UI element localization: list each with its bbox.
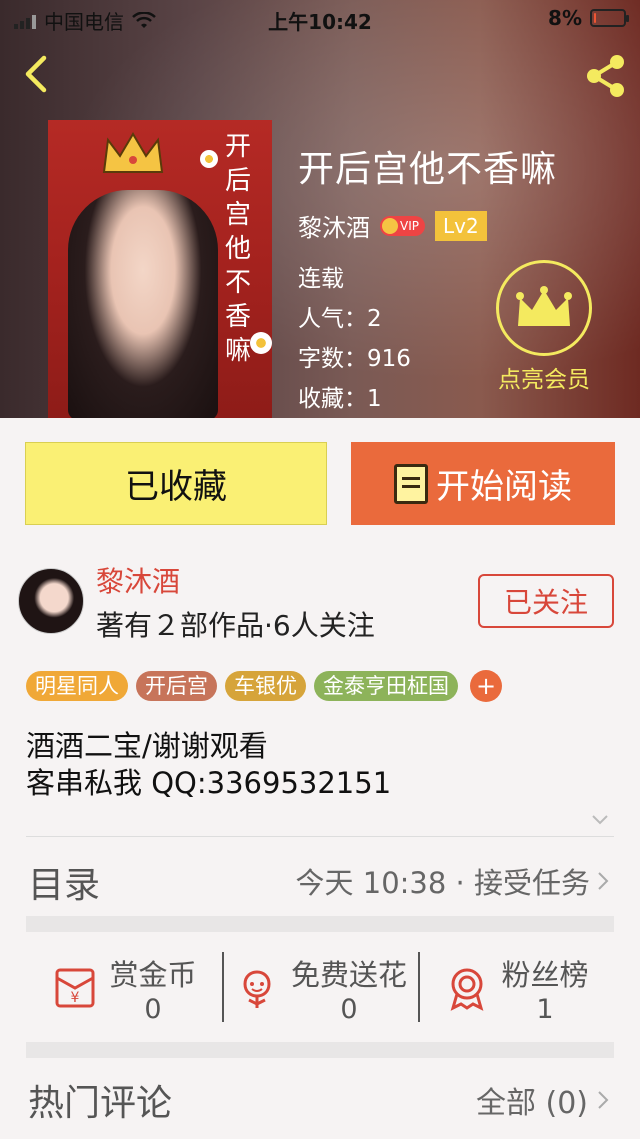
tag[interactable]: 车银优 xyxy=(225,671,306,701)
start-reading-label: 开始阅读 xyxy=(436,467,572,507)
reward-label: 免费送花 xyxy=(290,957,407,992)
description-line: 酒酒二宝/谢谢观看 xyxy=(26,729,268,763)
tag[interactable]: 明星同人 xyxy=(26,671,128,701)
vip-badge: VIP xyxy=(380,215,425,236)
book-title: 开后宫他不香嘛 xyxy=(298,149,558,190)
crown-icon xyxy=(102,132,164,173)
status-bar: 中国电信 上午10:42 8% xyxy=(0,0,640,36)
reward-count: 0 xyxy=(340,993,358,1025)
battery-icon xyxy=(590,9,629,27)
divider xyxy=(26,836,614,837)
level-badge: Lv2 xyxy=(434,210,487,241)
book-description: 酒酒二宝/谢谢观看 客串私我 QQ:3369532151 xyxy=(26,728,391,802)
reward-label: 粉丝榜 xyxy=(501,957,589,992)
tag-list: 明星同人 开后宫 车银优 金泰亨田柾国 + xyxy=(26,670,502,702)
red-envelope-icon: ¥ xyxy=(55,968,95,1008)
comments-title: 热门评论 xyxy=(28,1083,173,1124)
start-reading-button[interactable]: 开始阅读 xyxy=(351,442,615,525)
favorite-button[interactable]: 已收藏 xyxy=(25,442,327,525)
book-icon xyxy=(394,463,428,504)
send-flower-button[interactable]: 免费送花 0 xyxy=(222,948,418,1028)
reward-label: 赏金币 xyxy=(109,957,197,992)
book-header: 中国电信 上午10:42 8% 开 后 宫 他 不 香 嘛 开后宫他不香嘛 黎沐… xyxy=(0,0,640,418)
author-card-name[interactable]: 黎沐酒 xyxy=(96,560,180,600)
toc-update-info: 今天 10:38 · 接受任务 xyxy=(295,866,590,900)
tag[interactable]: 开后宫 xyxy=(136,671,217,701)
share-icon[interactable] xyxy=(582,52,630,100)
vip-crown-icon xyxy=(382,217,398,234)
fan-rank-button[interactable]: 粉丝榜 1 xyxy=(418,948,614,1028)
medal-icon xyxy=(451,968,484,1011)
chevron-right-icon xyxy=(598,872,609,890)
author-name[interactable]: 黎沐酒 xyxy=(298,208,370,243)
description-line: 客串私我 QQ:3369532151 xyxy=(26,766,392,800)
hot-comments-row[interactable]: 热门评论 全部 (0) xyxy=(26,1066,614,1126)
avatar[interactable] xyxy=(18,568,84,634)
member-label: 点亮会员 xyxy=(498,367,590,393)
section-gap xyxy=(26,1042,614,1058)
chevron-right-icon xyxy=(598,1091,609,1109)
back-icon[interactable] xyxy=(18,52,58,96)
all-comments-link[interactable]: 全部 (0) xyxy=(476,1078,588,1122)
table-of-contents-row[interactable]: 目录 今天 10:38 · 接受任务 xyxy=(26,838,614,918)
cover-portrait xyxy=(68,190,218,418)
author-card: 黎沐酒 著有２部作品·6人关注 已关注 xyxy=(18,560,618,642)
clock: 上午10:42 xyxy=(268,10,372,34)
toc-title: 目录 xyxy=(28,865,101,906)
svg-text:¥: ¥ xyxy=(71,990,80,1006)
reward-count: 0 xyxy=(144,993,162,1025)
daisy-icon xyxy=(200,150,218,168)
member-crown-icon xyxy=(496,260,592,356)
reward-count: 1 xyxy=(536,993,554,1025)
chevron-down-icon[interactable] xyxy=(590,810,610,830)
book-cover[interactable]: 开 后 宫 他 不 香 嘛 xyxy=(48,120,272,418)
battery-percent: 8% xyxy=(548,6,582,30)
reward-bar: ¥ 赏金币 0 免费送花 0 粉丝榜 1 xyxy=(26,948,614,1028)
tag[interactable]: 金泰亨田柾国 xyxy=(314,671,458,701)
cover-title: 开 后 宫 他 不 香 嘛 xyxy=(224,132,251,366)
section-gap xyxy=(26,916,614,932)
action-bar: 已收藏 开始阅读 xyxy=(25,442,615,526)
member-button[interactable]: 点亮会员 xyxy=(484,260,604,394)
reward-coins-button[interactable]: ¥ 赏金币 0 xyxy=(26,948,222,1028)
add-tag-button[interactable]: + xyxy=(470,670,502,702)
author-summary: 著有２部作品·6人关注 xyxy=(96,609,375,642)
follow-button[interactable]: 已关注 xyxy=(478,574,614,628)
flower-icon xyxy=(243,970,271,1008)
daisy-icon xyxy=(250,332,272,354)
